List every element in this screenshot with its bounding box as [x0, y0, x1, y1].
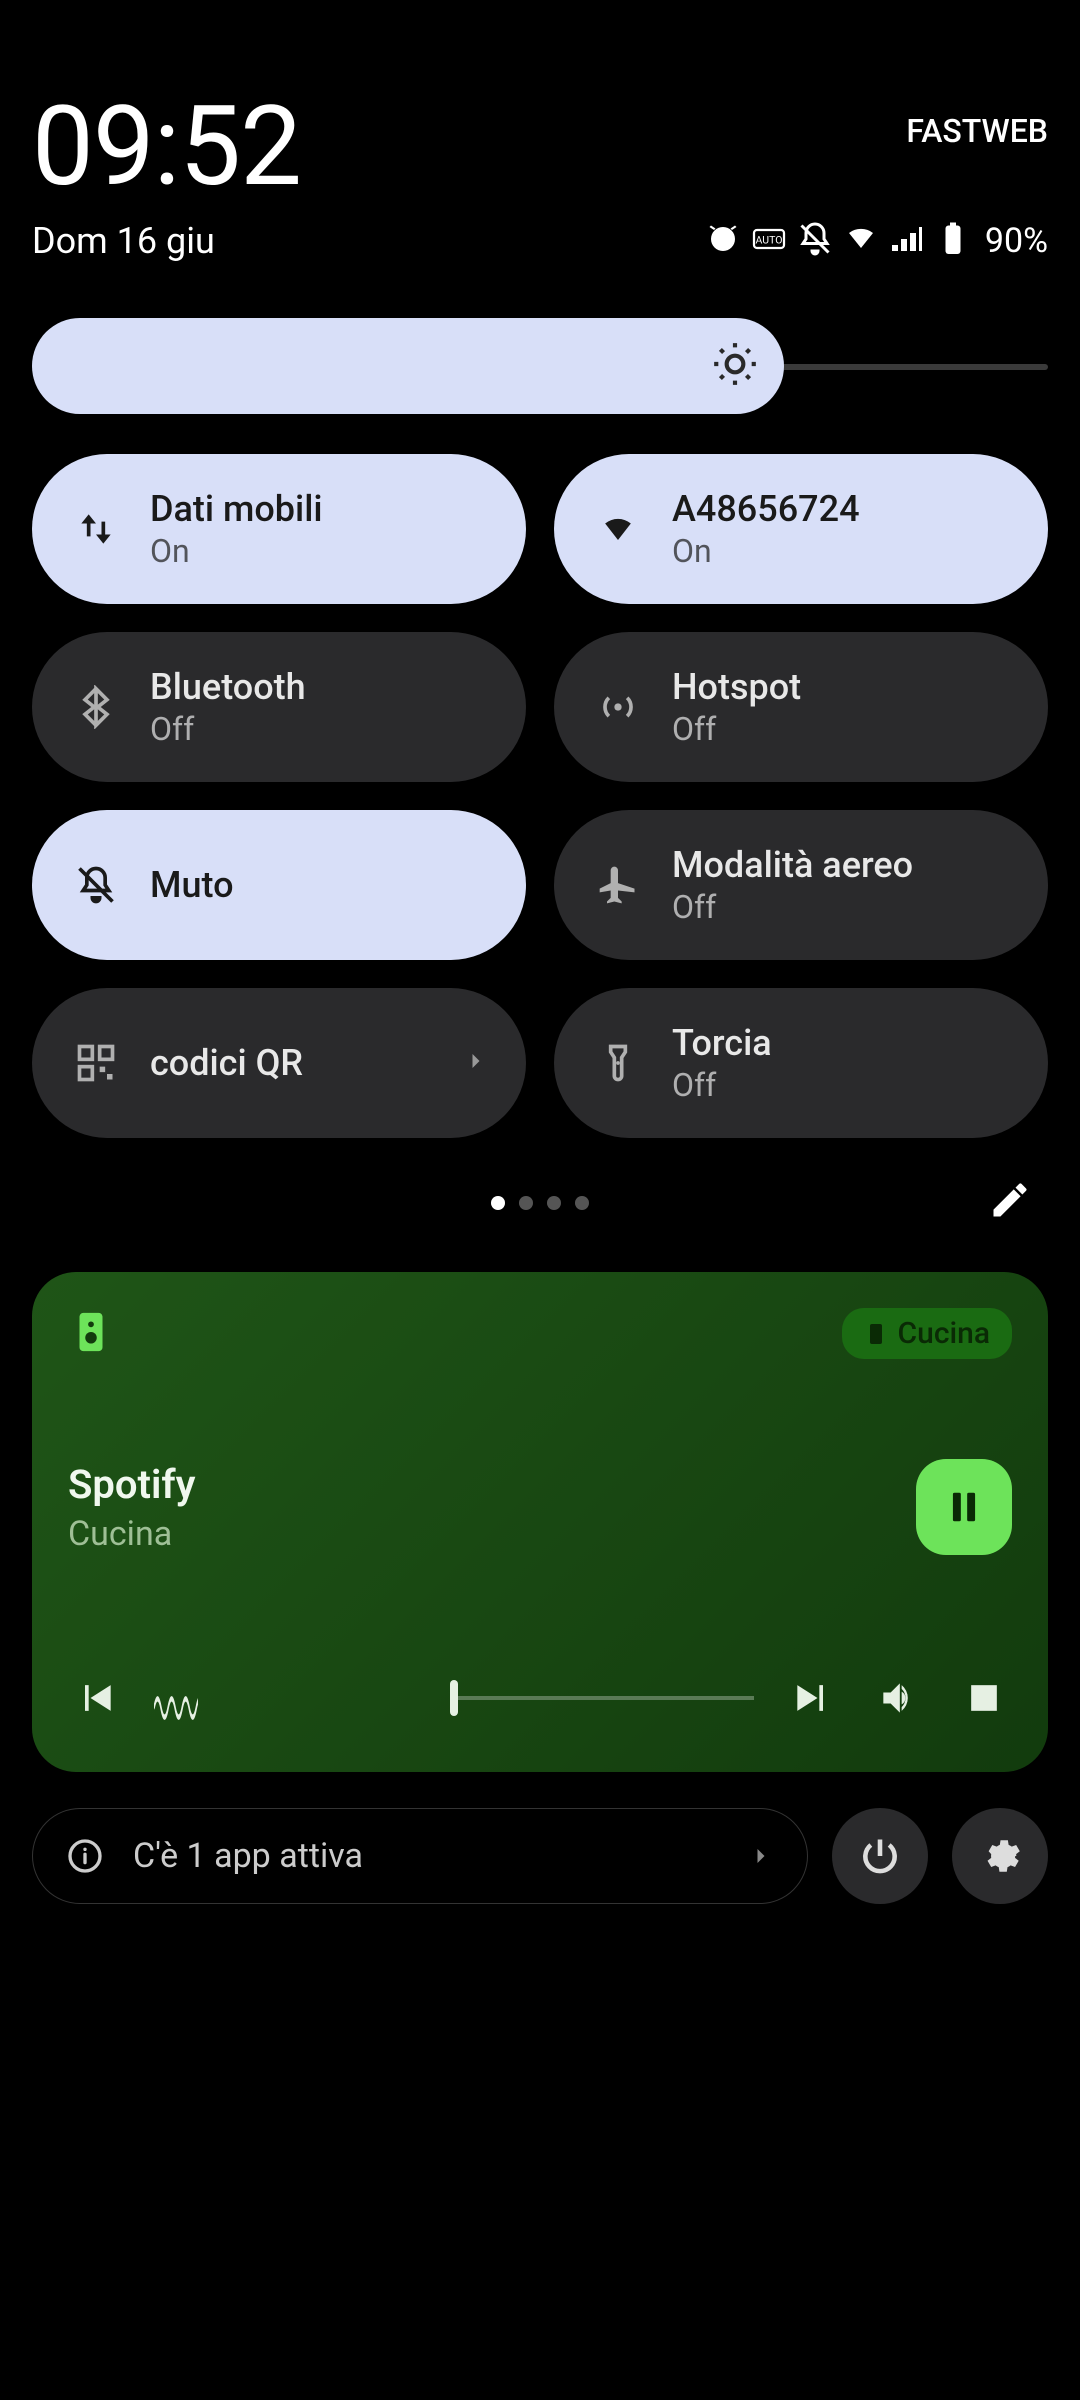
speaker-icon: [68, 1309, 114, 1359]
wifi-status-icon: [843, 221, 879, 261]
battery-text: 90%: [985, 221, 1048, 261]
torch-icon: [590, 1035, 646, 1091]
page-dot: [519, 1196, 533, 1210]
media-device-chip[interactable]: Cucina: [842, 1308, 1012, 1359]
tile-qr[interactable]: codici QR: [32, 988, 526, 1138]
page-dot: [491, 1196, 505, 1210]
chevron-right-icon: [462, 1047, 490, 1079]
tile-sub: Off: [672, 888, 1012, 926]
dnd-icon: [797, 221, 833, 261]
active-apps-label: C'è 1 app attiva: [133, 1836, 719, 1876]
tile-title: codici QR: [150, 1042, 436, 1084]
tile-title: A48656724: [672, 488, 1012, 530]
qr-icon: [68, 1035, 124, 1091]
data-arrows-icon: [68, 501, 124, 557]
tile-airplane[interactable]: Modalità aereo Off: [554, 810, 1048, 960]
battery-icon: [935, 221, 971, 261]
hotspot-icon: [590, 679, 646, 735]
prev-track-button[interactable]: [68, 1670, 124, 1726]
media-card[interactable]: Cucina Spotify Cucina: [32, 1272, 1048, 1772]
tile-hotspot[interactable]: Hotspot Off: [554, 632, 1048, 782]
tile-title: Dati mobili: [150, 488, 490, 530]
brightness-icon: [710, 339, 760, 393]
tile-title: Torcia: [672, 1022, 1012, 1064]
page-dots: [491, 1196, 589, 1210]
edit-tiles-button[interactable]: [988, 1178, 1032, 1226]
media-app-name: Spotify: [68, 1461, 195, 1508]
tile-torch[interactable]: Torcia Off: [554, 988, 1048, 1138]
page-dot: [575, 1196, 589, 1210]
tile-sub: On: [672, 532, 1012, 570]
signal-icon: [889, 221, 925, 261]
stop-button[interactable]: [956, 1670, 1012, 1726]
tile-sub: Off: [672, 710, 1012, 748]
header: 09:52 FASTWEB: [32, 92, 1048, 202]
bluetooth-icon: [68, 679, 124, 735]
pager-row: [32, 1178, 1048, 1228]
date-label: Dom 16 giu: [32, 220, 215, 262]
alarm-icon: [705, 221, 741, 261]
tile-sub: Off: [672, 1066, 1012, 1104]
media-progress[interactable]: [154, 1686, 754, 1710]
tile-sub: On: [150, 532, 490, 570]
speaker-small-icon: [864, 1322, 888, 1346]
next-track-button[interactable]: [784, 1670, 840, 1726]
power-button[interactable]: [832, 1808, 928, 1904]
info-icon: [65, 1836, 105, 1876]
tile-title: Bluetooth: [150, 666, 490, 708]
carrier-label: FASTWEB: [906, 112, 1048, 150]
media-subtitle: Cucina: [68, 1514, 195, 1554]
clock: 09:52: [32, 92, 301, 202]
wifi-icon: [590, 501, 646, 557]
tile-mute[interactable]: Muto: [32, 810, 526, 960]
auto-icon: AUTO: [751, 221, 787, 261]
chevron-right-icon: [747, 1842, 775, 1870]
status-icons: AUTO 90%: [705, 221, 1048, 261]
brightness-slider[interactable]: [32, 318, 1048, 414]
device-chip-label: Cucina: [898, 1316, 990, 1351]
tile-bluetooth[interactable]: Bluetooth Off: [32, 632, 526, 782]
tile-title: Hotspot: [672, 666, 1012, 708]
airplane-icon: [590, 857, 646, 913]
volume-button[interactable]: [870, 1670, 926, 1726]
tile-sub: Off: [150, 710, 490, 748]
bell-off-icon: [68, 857, 124, 913]
active-apps-button[interactable]: C'è 1 app attiva: [32, 1808, 808, 1904]
settings-button[interactable]: [952, 1808, 1048, 1904]
pause-button[interactable]: [916, 1459, 1012, 1555]
tile-mobile-data[interactable]: Dati mobili On: [32, 454, 526, 604]
tile-title: Modalità aereo: [672, 844, 1012, 886]
svg-text:AUTO: AUTO: [755, 234, 782, 247]
tile-wifi[interactable]: A48656724 On: [554, 454, 1048, 604]
footer-row: C'è 1 app attiva: [32, 1808, 1048, 1904]
date-status-row: Dom 16 giu AUTO 90%: [32, 220, 1048, 262]
tile-title: Muto: [150, 864, 490, 906]
quick-tiles: Dati mobili On A48656724 On Bluetooth Of…: [32, 454, 1048, 1138]
page-dot: [547, 1196, 561, 1210]
